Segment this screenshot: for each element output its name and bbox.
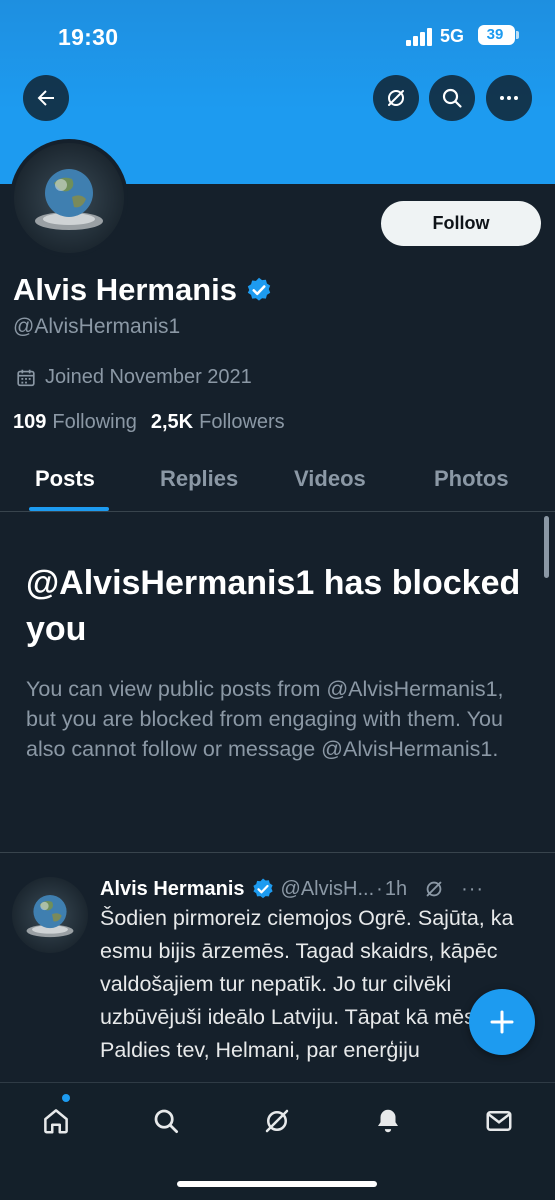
search-button[interactable]: [429, 75, 475, 121]
verified-badge-icon[interactable]: [245, 276, 273, 304]
active-tab-indicator: [29, 507, 109, 511]
blocked-title: @AlvisHermanis1 has blocked you: [26, 564, 521, 648]
following-label: Following: [52, 411, 137, 433]
grok-button[interactable]: [373, 75, 419, 121]
globe-avatar-image: [35, 169, 103, 230]
compose-button[interactable]: [469, 989, 535, 1055]
display-name: Alvis Hermanis: [13, 272, 237, 307]
followers-count: 2,5K: [150, 411, 194, 433]
more-button[interactable]: [486, 75, 532, 121]
tab-replies[interactable]: Replies: [160, 466, 238, 492]
profile-screen: 19:30 5G 39 Follow Alvis Hermanis @Alvis…: [0, 0, 555, 1200]
profile-name-row: Alvis Hermanis: [13, 272, 273, 308]
nav-grok[interactable]: [255, 1099, 299, 1143]
plus-icon: [490, 1010, 514, 1034]
nav-home[interactable]: [34, 1099, 78, 1143]
nav-notifications[interactable]: [366, 1099, 410, 1143]
calendar-icon: [17, 369, 35, 386]
profile-tabs: Posts Replies Videos Photos: [0, 452, 555, 512]
battery-nub: [516, 31, 519, 39]
post-more-button[interactable]: ···: [461, 878, 484, 901]
post-avatar[interactable]: [12, 877, 88, 953]
globe-avatar-image: [26, 894, 74, 938]
blocked-description: You can view public posts from @AlvisHer…: [26, 677, 504, 761]
following-count: 109: [13, 411, 47, 433]
follow-button[interactable]: Follow: [381, 201, 541, 246]
network-label: 5G: [440, 26, 465, 46]
followers-label: Followers: [199, 411, 285, 433]
post-author-name[interactable]: Alvis Hermanis: [100, 878, 245, 901]
post-author-handle[interactable]: @AlvisH...: [281, 878, 375, 901]
arrow-left-icon: [37, 90, 54, 106]
status-time: 19:30: [58, 24, 119, 50]
tab-posts[interactable]: Posts: [35, 466, 95, 492]
post-separator: ·: [376, 877, 383, 900]
divider: [0, 852, 555, 853]
nav-search[interactable]: [144, 1099, 188, 1143]
profile-avatar[interactable]: [10, 139, 128, 257]
home-icon: [44, 1109, 68, 1134]
joined-date: Joined November 2021: [15, 366, 252, 389]
bell-icon: [378, 1109, 398, 1133]
post-header: Alvis Hermanis @AlvisH... · 1h ···: [100, 874, 545, 904]
post-text: Šodien pirmoreiz ciemojos Ogrē. Sajūta, …: [100, 906, 524, 1062]
profile-handle: @AlvisHermanis1: [13, 315, 181, 338]
search-icon: [154, 1109, 178, 1133]
battery-icon: 39: [478, 25, 515, 45]
post-time[interactable]: 1h: [385, 878, 407, 901]
followers-link[interactable]: 2,5K Followers: [151, 411, 285, 434]
home-indicator[interactable]: [177, 1181, 377, 1187]
tab-photos[interactable]: Photos: [434, 466, 509, 492]
battery-level: 39: [486, 26, 504, 43]
following-link[interactable]: 109 Following: [13, 411, 137, 434]
search-icon: [442, 88, 462, 108]
joined-text: Joined November 2021: [45, 366, 252, 388]
follow-stats: 109 Following 2,5K Followers: [13, 411, 285, 434]
grok-icon: [265, 1109, 289, 1133]
grok-icon: [388, 90, 404, 106]
verified-badge-icon: [252, 878, 273, 899]
home-notification-dot: [62, 1094, 70, 1102]
signal-icon: [406, 28, 434, 46]
scrollbar[interactable]: [544, 516, 549, 578]
nav-messages[interactable]: [477, 1099, 521, 1143]
more-icon: [500, 96, 518, 100]
back-button[interactable]: [23, 75, 69, 121]
grok-icon[interactable]: [423, 878, 445, 900]
tab-videos[interactable]: Videos: [294, 466, 366, 492]
mail-icon: [486, 1111, 512, 1131]
